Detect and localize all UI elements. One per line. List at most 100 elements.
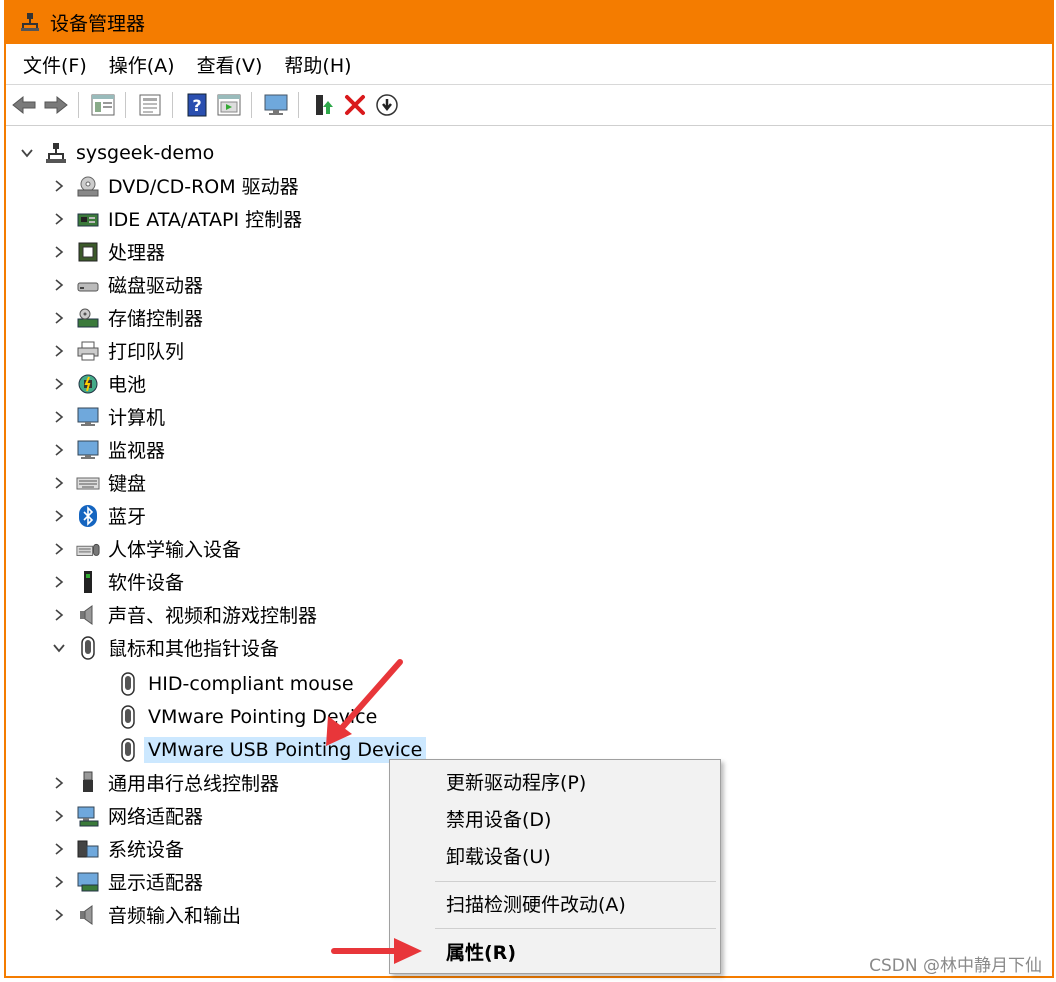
svg-text:?: ?	[192, 96, 201, 115]
chevron-right-icon[interactable]	[50, 507, 68, 525]
tree-category-14[interactable]: 鼠标和其他指针设备	[50, 631, 279, 664]
tree-category-10[interactable]: 蓝牙	[50, 499, 146, 532]
tree-category-label: IDE ATA/ATAPI 控制器	[108, 209, 303, 231]
chevron-right-icon[interactable]	[50, 441, 68, 459]
display-adapter-icon	[76, 870, 100, 894]
hid-icon	[76, 537, 100, 561]
toolbar-separator	[298, 92, 299, 118]
tree-category-12[interactable]: 软件设备	[50, 565, 184, 598]
toolbar: ?	[6, 85, 1052, 126]
chevron-right-icon[interactable]	[50, 840, 68, 858]
tree-category-4[interactable]: 存储控制器	[50, 301, 203, 334]
menu-view[interactable]: 查看(V)	[195, 49, 265, 80]
menu-action[interactable]: 操作(A)	[107, 49, 177, 80]
monitor-scan-icon[interactable]	[262, 91, 290, 119]
chevron-right-icon[interactable]	[50, 342, 68, 360]
menu-file[interactable]: 文件(F)	[21, 49, 89, 80]
ctx-uninstall-device[interactable]: 卸载设备(U)	[446, 840, 551, 870]
chevron-right-icon[interactable]	[50, 906, 68, 924]
tree-category-label: 网络适配器	[108, 806, 204, 828]
tree-category-label: 磁盘驱动器	[108, 275, 204, 297]
toolbar-separator	[251, 92, 252, 118]
chevron-right-icon[interactable]	[50, 540, 68, 558]
tree-category-label: 人体学输入设备	[108, 539, 242, 561]
chevron-right-icon[interactable]	[50, 873, 68, 891]
tree-root[interactable]: sysgeek-demo	[18, 136, 214, 169]
tree-category-label: 电池	[108, 374, 147, 396]
tree-category-label: DVD/CD-ROM 驱动器	[108, 176, 299, 198]
chevron-right-icon[interactable]	[50, 276, 68, 294]
uninstall-x-icon[interactable]	[341, 91, 369, 119]
chevron-right-icon[interactable]	[50, 573, 68, 591]
chevron-right-icon[interactable]	[50, 243, 68, 261]
tree-category-3[interactable]: 磁盘驱动器	[50, 268, 203, 301]
processor-icon	[76, 240, 100, 264]
forward-arrow-icon[interactable]	[42, 91, 70, 119]
disk-drive-icon	[76, 273, 100, 297]
chevron-right-icon[interactable]	[50, 309, 68, 327]
show-hide-tree-icon[interactable]	[89, 91, 117, 119]
chevron-right-icon[interactable]	[50, 177, 68, 195]
mouse-icon	[116, 704, 140, 729]
help-icon[interactable]: ?	[183, 91, 211, 119]
chevron-right-icon[interactable]	[50, 474, 68, 492]
tree-category-17[interactable]: 系统设备	[50, 832, 184, 865]
back-arrow-icon[interactable]	[10, 91, 38, 119]
ctx-update-driver[interactable]: 更新驱动程序(P)	[446, 766, 586, 796]
chevron-down-icon[interactable]	[50, 639, 68, 657]
title-bar[interactable]: 设备管理器	[6, 0, 1052, 44]
context-menu: 更新驱动程序(P) 禁用设备(D) 卸载设备(U) 扫描检测硬件改动(A) 属性…	[389, 759, 721, 974]
tree-category-label: 键盘	[108, 473, 147, 495]
tree-category-15[interactable]: 通用串行总线控制器	[50, 766, 279, 799]
chevron-right-icon[interactable]	[50, 408, 68, 426]
tree-category-2[interactable]: 处理器	[50, 235, 165, 268]
tree-category-11[interactable]: 人体学输入设备	[50, 532, 241, 565]
tree-category-label: 系统设备	[108, 839, 185, 861]
download-circle-icon[interactable]	[373, 91, 401, 119]
software-device-icon	[76, 570, 100, 594]
mouse-icon	[116, 737, 140, 762]
chevron-right-icon[interactable]	[50, 210, 68, 228]
bluetooth-icon	[76, 504, 100, 528]
update-driver-icon[interactable]	[309, 91, 337, 119]
tree-category-label: 显示适配器	[108, 872, 204, 894]
tree-category-16[interactable]: 网络适配器	[50, 799, 203, 832]
tree-category-8[interactable]: 监视器	[50, 433, 165, 466]
tree-category-19[interactable]: 音频输入和输出	[50, 898, 241, 931]
ide-controller-icon	[76, 207, 100, 231]
tree-category-1[interactable]: IDE ATA/ATAPI 控制器	[50, 202, 302, 235]
tree-category-5[interactable]: 打印队列	[50, 334, 184, 367]
ctx-properties[interactable]: 属性(R)	[446, 936, 516, 966]
storage-controller-icon	[76, 306, 100, 330]
tree-category-label: 存储控制器	[108, 308, 204, 330]
ctx-disable-device[interactable]: 禁用设备(D)	[446, 803, 551, 833]
tree-category-7[interactable]: 计算机	[50, 400, 165, 433]
ctx-scan-hardware[interactable]: 扫描检测硬件改动(A)	[446, 888, 626, 918]
tree-category-9[interactable]: 键盘	[50, 466, 146, 499]
annotation-arrow-to-properties	[331, 938, 422, 964]
dvd-drive-icon	[76, 174, 100, 198]
audio-io-icon	[76, 903, 100, 927]
watermark: CSDN @林中静月下仙	[869, 956, 1042, 976]
tree-category-label: 鼠标和其他指针设备	[108, 638, 280, 660]
annotation-arrow-to-device	[326, 659, 403, 746]
computer-icon	[76, 405, 100, 429]
chevron-right-icon[interactable]	[50, 807, 68, 825]
chevron-down-icon[interactable]	[18, 144, 36, 162]
system-device-icon	[76, 837, 100, 861]
speaker-icon	[76, 603, 100, 627]
tree-category-18[interactable]: 显示适配器	[50, 865, 203, 898]
tree-category-6[interactable]: 电池	[50, 367, 146, 400]
view-icon[interactable]	[215, 91, 243, 119]
tree-category-13[interactable]: 声音、视频和游戏控制器	[50, 598, 317, 631]
chevron-right-icon[interactable]	[50, 606, 68, 624]
monitor-icon	[76, 438, 100, 462]
tree-category-label: 打印队列	[108, 341, 185, 363]
chevron-right-icon[interactable]	[50, 774, 68, 792]
tree-category-0[interactable]: DVD/CD-ROM 驱动器	[50, 169, 299, 202]
tree-category-label: 音频输入和输出	[108, 905, 242, 927]
chevron-right-icon[interactable]	[50, 375, 68, 393]
device-manager-window: 设备管理器 文件(F) 操作(A) 查看(V) 帮助(H) ? sysgeek-…	[4, 0, 1054, 978]
menu-help[interactable]: 帮助(H)	[282, 49, 353, 80]
properties-sheet-icon[interactable]	[136, 91, 164, 119]
